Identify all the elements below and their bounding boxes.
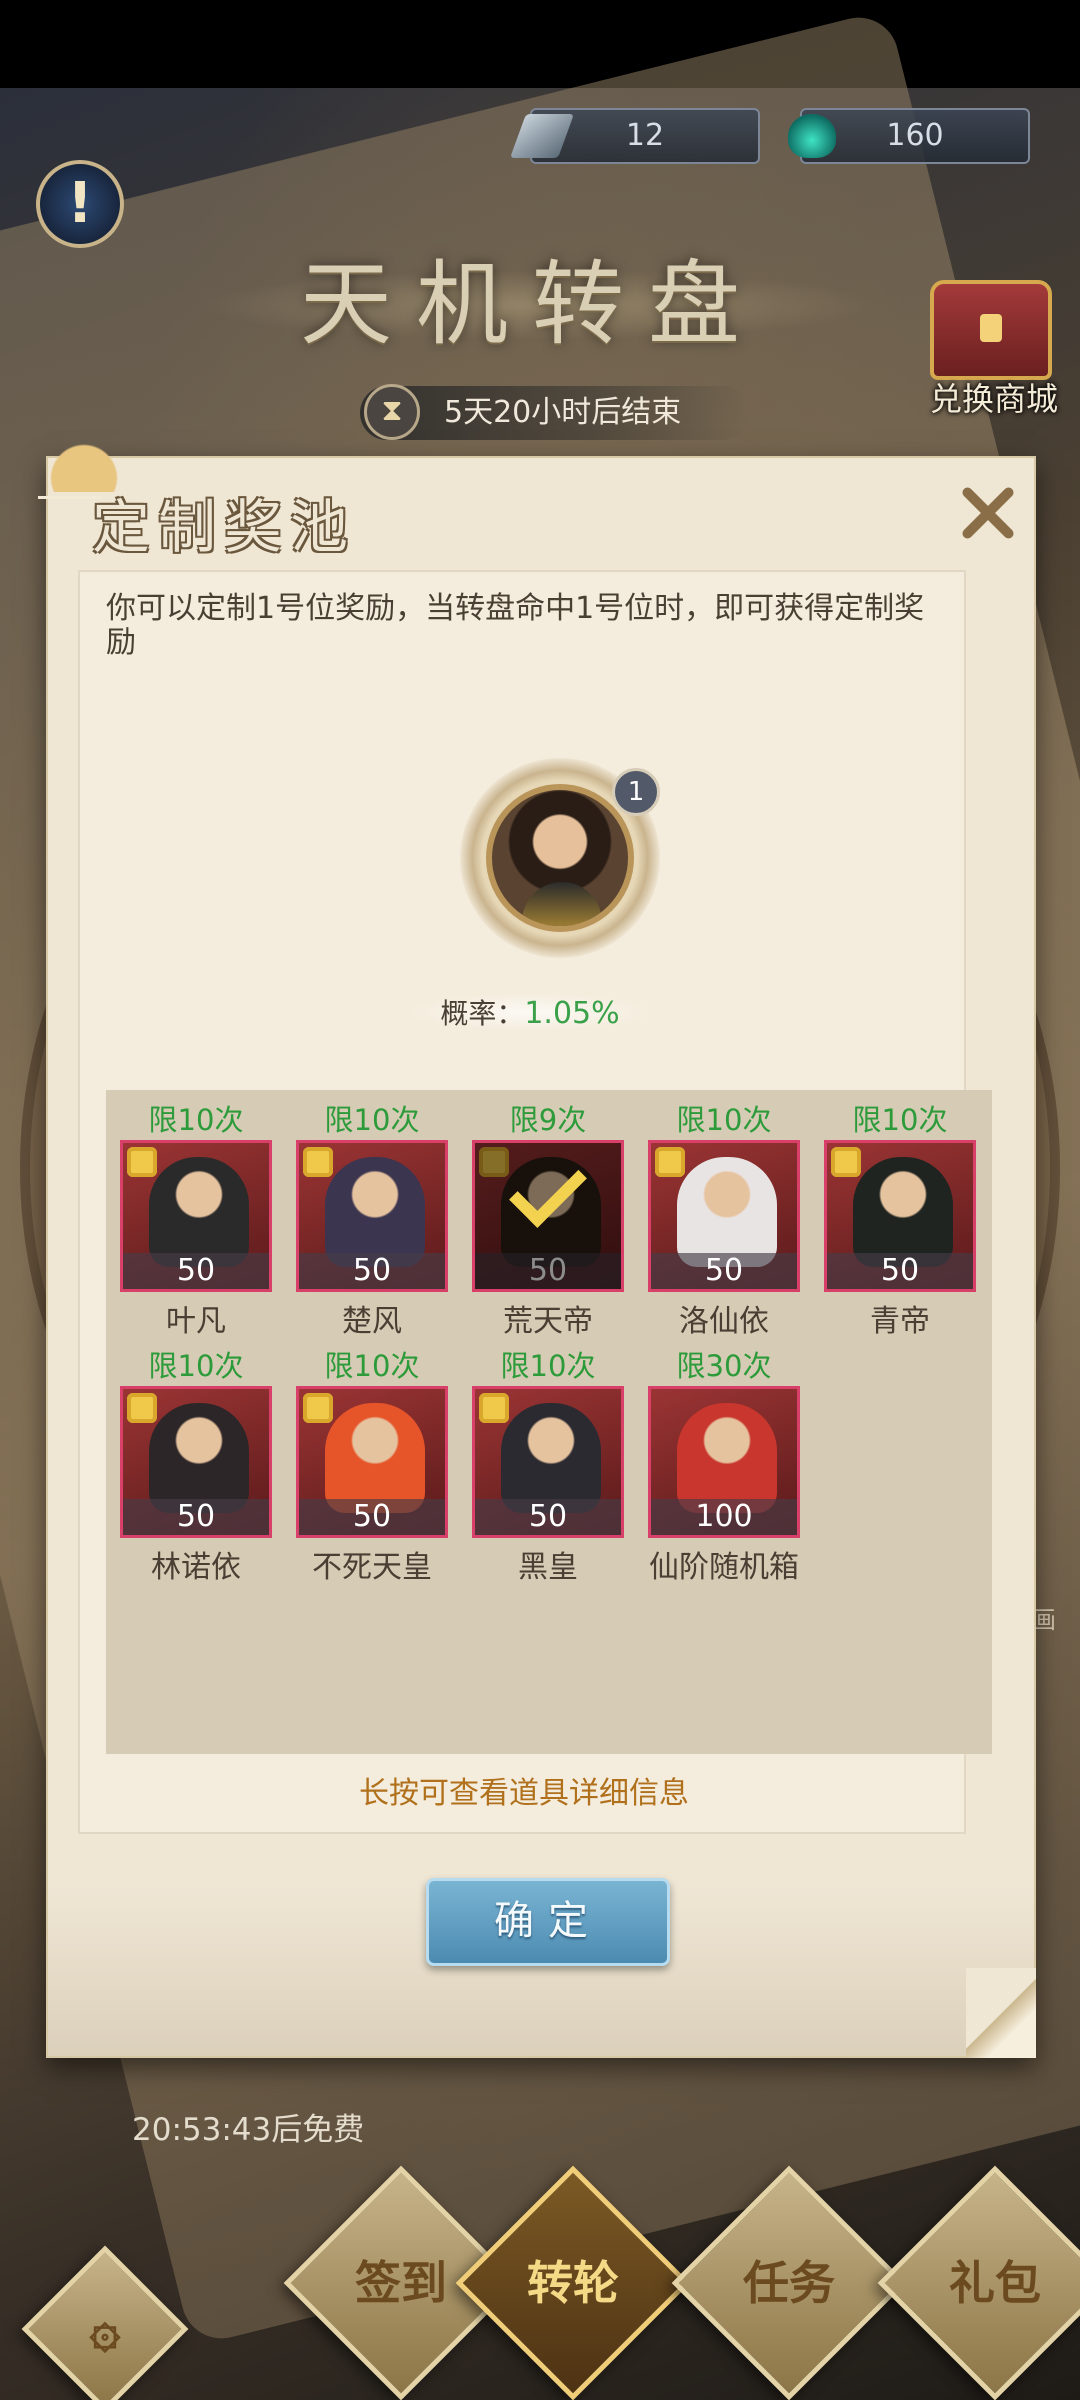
reward-quantity: 50 — [475, 1253, 621, 1289]
reward-limit: 限30次 — [676, 1349, 772, 1383]
info-button[interactable]: ! — [36, 160, 124, 248]
reward-limit: 限10次 — [324, 1349, 420, 1383]
close-button[interactable] — [950, 476, 1026, 552]
reward-name: 荒天帝 — [503, 1304, 593, 1339]
puzzle-piece-icon — [127, 1393, 157, 1423]
puzzle-piece-icon — [303, 1393, 333, 1423]
free-spin-timer: 20:53:43后免费 — [132, 2112, 365, 2148]
page-title: 天机转盘 — [300, 251, 765, 358]
currency-ticket[interactable]: 12 — [509, 108, 760, 164]
reward-quantity: 50 — [123, 1253, 269, 1289]
reward-limit: 限10次 — [500, 1349, 596, 1383]
reward-limit: 限10次 — [852, 1103, 948, 1137]
nav-tasks-label: 任务 — [743, 2255, 835, 2310]
reward-limit: 限9次 — [509, 1103, 587, 1137]
long-press-hint: 长按可查看道具详细信息 — [359, 1776, 689, 1811]
reward-portrait — [677, 1157, 777, 1267]
event-timer: ⧗ 5天20小时后结束 — [360, 384, 750, 440]
custom-pool-dialog: 定制奖池 你可以定制1号位奖励，当转盘命中1号位时，即可获得定制奖励 1 概率：… — [38, 422, 1036, 2058]
reward-name: 楚风 — [342, 1304, 402, 1339]
reward-tile[interactable]: 100 — [648, 1386, 800, 1538]
status-bar — [0, 0, 1080, 88]
selected-reward-avatar — [486, 784, 634, 932]
dialog-description: 你可以定制1号位奖励，当转盘命中1号位时，即可获得定制奖励 — [106, 591, 925, 660]
hourglass-icon: ⧗ — [364, 384, 420, 440]
check-icon — [509, 1150, 587, 1228]
reward-name: 洛仙依 — [679, 1304, 769, 1339]
reward-quantity: 50 — [651, 1253, 797, 1289]
puzzle-piece-icon — [831, 1147, 861, 1177]
reward-portrait — [501, 1403, 601, 1513]
nav-gift-pack-label: 礼包 — [949, 2255, 1041, 2310]
reward-limit: 限10次 — [148, 1103, 244, 1137]
reward-tile[interactable]: 50 — [472, 1140, 624, 1292]
confirm-button[interactable]: 确定 — [426, 1878, 670, 1966]
treasure-chest-icon — [930, 280, 1052, 380]
reward-name: 林诺依 — [151, 1550, 241, 1585]
reward-name: 叶凡 — [166, 1304, 226, 1339]
reward-tile[interactable]: 50 — [296, 1386, 448, 1538]
reward-quantity: 50 — [299, 1499, 445, 1535]
reward-grid: 限10次 50 叶凡 限10次 50 楚风 限9次 50 荒天帝 限10次 50 洛仙依 限10次 50 青… — [106, 1090, 992, 1754]
currency-ticket-value: 12 — [625, 118, 665, 153]
slot-number-badge: 1 — [612, 768, 660, 816]
reward-portrait — [149, 1157, 249, 1267]
puzzle-piece-icon — [303, 1147, 333, 1177]
currency-jade-value: 160 — [886, 118, 944, 153]
reward-item[interactable]: 限10次 50 叶凡 — [120, 1100, 272, 1340]
shop-label: 兑换商城 — [929, 380, 1058, 418]
reward-item[interactable]: 限10次 50 青帝 — [824, 1100, 976, 1340]
reward-item[interactable]: 限30次 100 仙阶随机箱 — [648, 1346, 800, 1586]
puzzle-piece-icon — [479, 1147, 509, 1177]
reward-portrait — [677, 1403, 777, 1513]
reward-limit: 限10次 — [324, 1103, 420, 1137]
reward-tile[interactable]: 50 — [472, 1386, 624, 1538]
reward-item[interactable]: 限10次 50 不死天皇 — [296, 1346, 448, 1586]
reward-item[interactable]: 限10次 50 林诺依 — [120, 1346, 272, 1586]
puzzle-piece-icon — [127, 1147, 157, 1177]
reward-quantity: 50 — [123, 1499, 269, 1535]
reward-name: 青帝 — [870, 1304, 930, 1339]
reward-quantity: 50 — [299, 1253, 445, 1289]
nav-wheel-label: 转轮 — [527, 2255, 619, 2310]
reward-tile[interactable]: 50 — [824, 1140, 976, 1292]
reward-quantity: 50 — [827, 1253, 973, 1289]
reward-tile[interactable]: 50 — [648, 1140, 800, 1292]
reward-limit: 限10次 — [676, 1103, 772, 1137]
puzzle-piece-icon — [655, 1147, 685, 1177]
reward-quantity: 100 — [651, 1499, 797, 1535]
probability-label: 概率： — [440, 997, 525, 1030]
home-icon: ۞ — [89, 2297, 121, 2359]
reward-name: 不死天皇 — [312, 1550, 432, 1585]
reward-tile[interactable]: 50 — [120, 1386, 272, 1538]
reward-item[interactable]: 限10次 50 楚风 — [296, 1100, 448, 1340]
event-timer-text: 5天20小时后结束 — [444, 395, 682, 430]
jade-flame-icon — [788, 114, 836, 158]
reward-portrait — [853, 1157, 953, 1267]
reward-item[interactable]: 限10次 50 洛仙依 — [648, 1100, 800, 1340]
reward-tile[interactable]: 50 — [120, 1140, 272, 1292]
reward-item[interactable]: 限9次 50 荒天帝 — [472, 1100, 624, 1340]
reward-quantity: 50 — [475, 1499, 621, 1535]
reward-tile[interactable]: 50 — [296, 1140, 448, 1292]
reward-portrait — [325, 1157, 425, 1267]
probability-value: 1.05% — [524, 996, 620, 1031]
reward-limit: 限10次 — [148, 1349, 244, 1383]
reward-portrait — [325, 1403, 425, 1513]
puzzle-piece-icon — [479, 1393, 509, 1423]
dialog-title: 定制奖池 — [92, 493, 357, 561]
dialog-content: 你可以定制1号位奖励，当转盘命中1号位时，即可获得定制奖励 1 概率：1.05%… — [78, 570, 992, 1834]
reward-name: 仙阶随机箱 — [649, 1550, 799, 1585]
exchange-shop-button[interactable]: 兑换商城 — [916, 270, 1066, 420]
currency-jade[interactable]: 160 — [788, 108, 1030, 164]
page-curl-decoration — [966, 1968, 1036, 2058]
reward-item[interactable]: 限10次 50 黑皇 — [472, 1346, 624, 1586]
reward-name: 黑皇 — [518, 1550, 578, 1585]
reward-portrait — [149, 1403, 249, 1513]
probability-row: 概率：1.05% — [400, 992, 660, 1032]
